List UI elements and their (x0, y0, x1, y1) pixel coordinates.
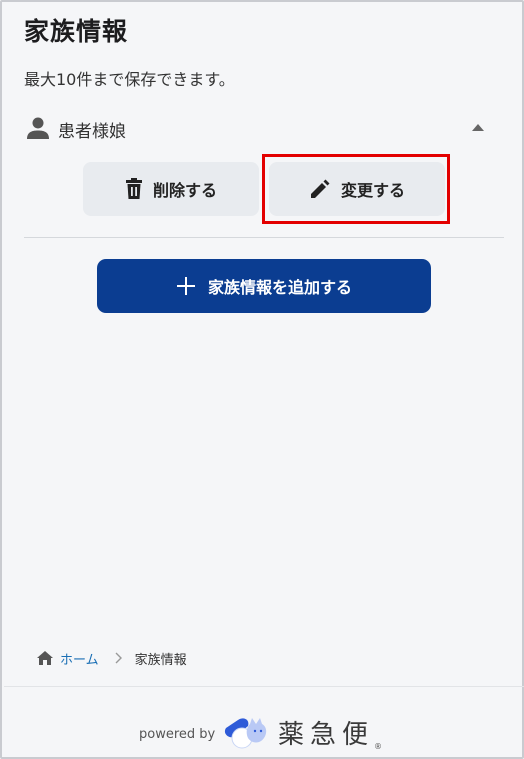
plus-icon (176, 277, 195, 295)
breadcrumb-home-link[interactable]: ホーム (36, 649, 99, 668)
add-family-button[interactable]: 家族情報を追加する (97, 259, 431, 313)
footer-divider (4, 686, 524, 687)
chevron-right-icon (115, 652, 122, 664)
family-member-name: 患者様娘 (58, 122, 126, 142)
family-member-row[interactable]: 患者様娘 (24, 114, 486, 142)
trash-icon (125, 178, 142, 199)
add-family-button-label: 家族情報を追加する (207, 278, 352, 297)
home-icon (37, 651, 53, 665)
breadcrumb: ホーム 家族情報 (36, 648, 187, 668)
caret-up-icon[interactable] (470, 120, 486, 134)
section-divider (24, 237, 504, 238)
page-subtitle: 最大10件まで保存できます。 (24, 70, 235, 89)
delete-button-label: 削除する (152, 181, 217, 200)
edit-button-highlight (262, 154, 450, 224)
brand-name: 薬急便 (278, 720, 375, 750)
delete-button[interactable]: 削除する (83, 162, 259, 216)
powered-by-text: powered by (139, 727, 216, 742)
breadcrumb-current: 家族情報 (134, 652, 187, 668)
person-icon (27, 117, 49, 139)
breadcrumb-home-label: ホーム (60, 652, 99, 668)
brand-registered-mark: ® (374, 742, 382, 751)
page-title: 家族情報 (24, 17, 129, 46)
app-frame: 家族情報 最大10件まで保存できます。 患者様娘 削除する 変更する 家族情報を… (0, 0, 524, 759)
brand-logo-icon (224, 718, 267, 749)
